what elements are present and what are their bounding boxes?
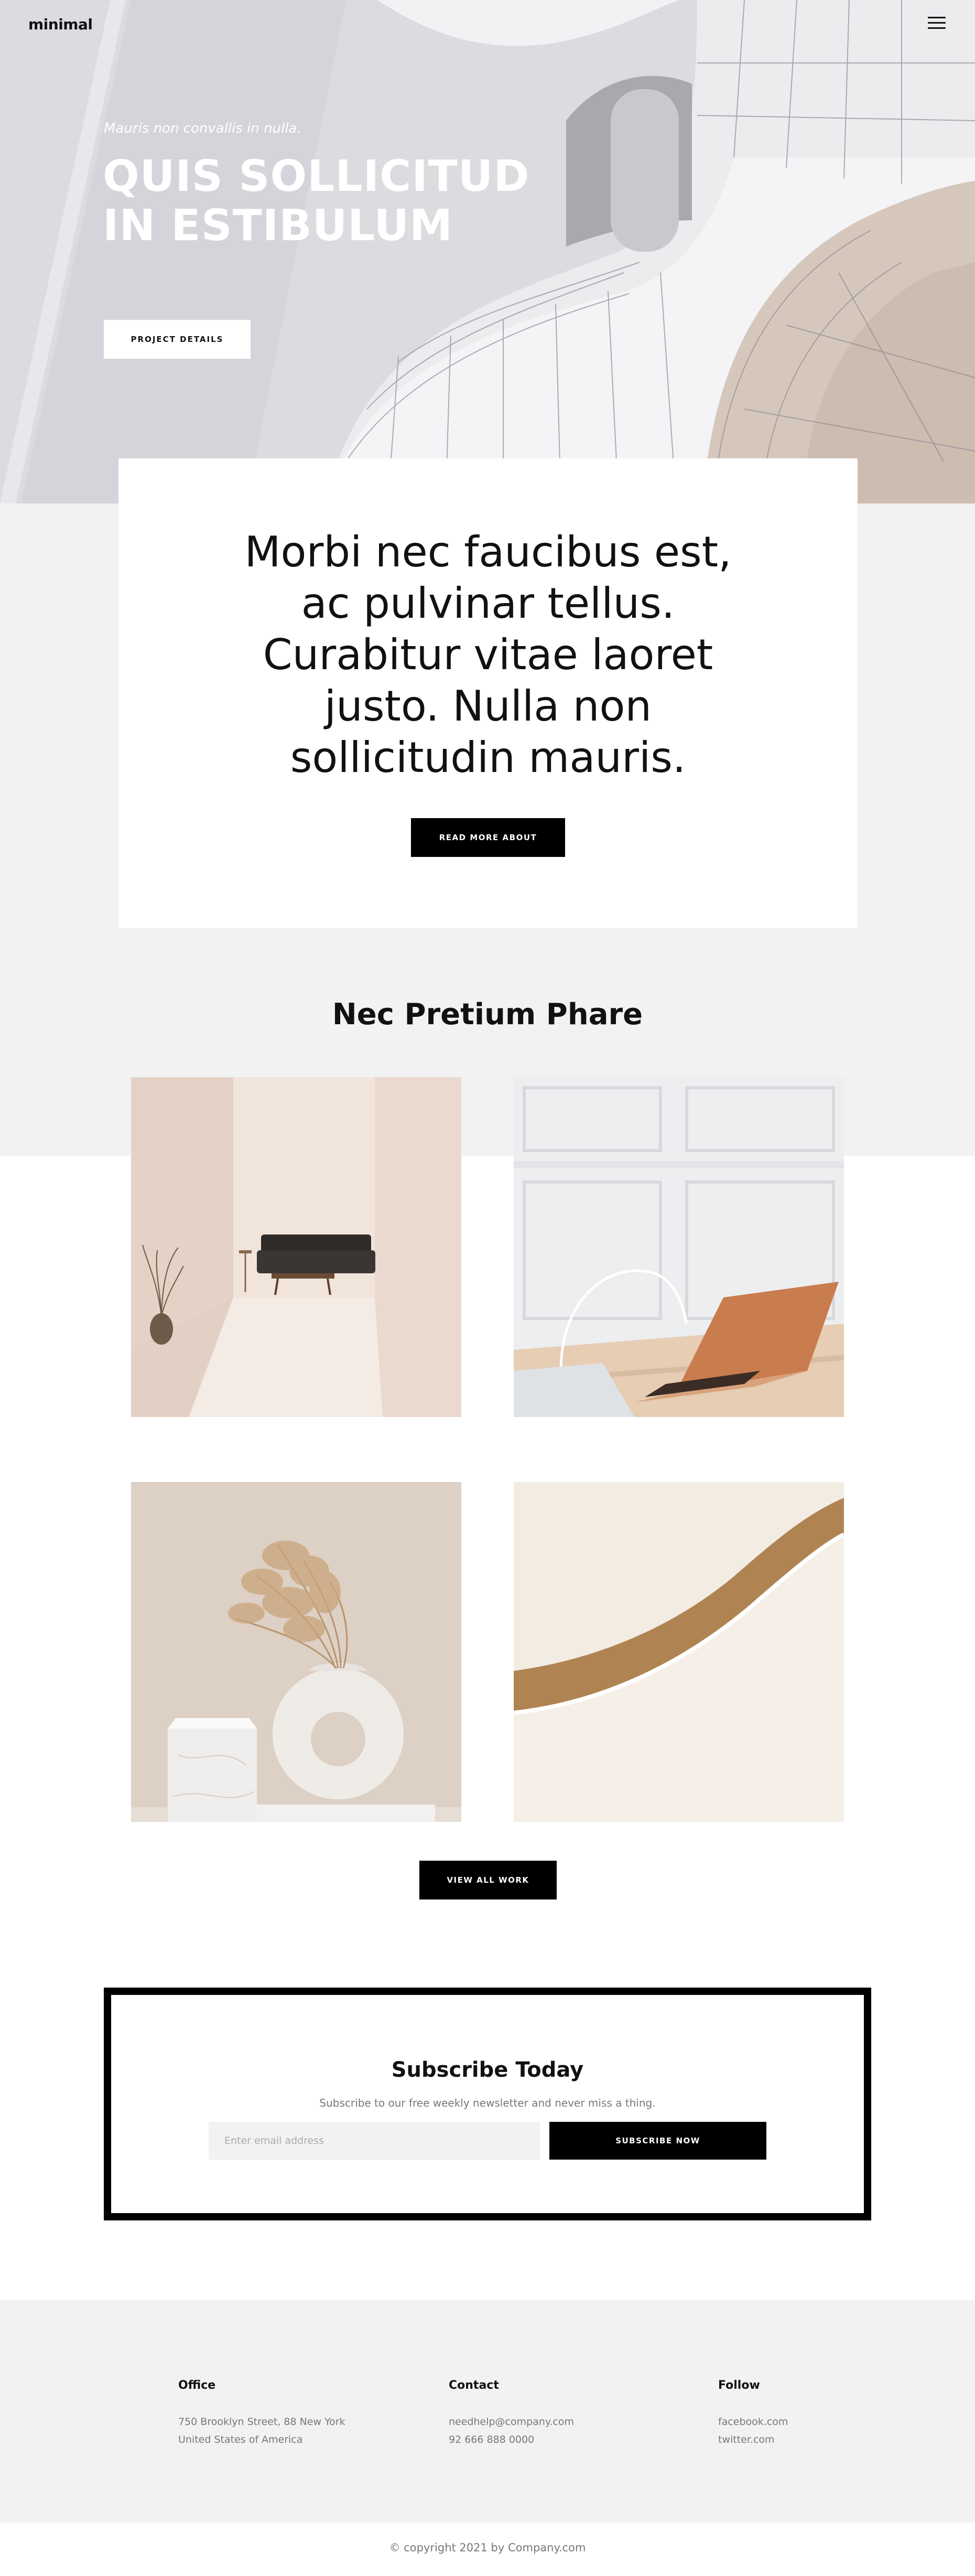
portfolio-tile-laptop-desk[interactable] <box>514 1077 844 1417</box>
about-line: Morbi nec faucibus est, <box>244 528 732 576</box>
footer-follow: Follow facebook.com twitter.com <box>718 2379 788 2449</box>
subscribe-title: Subscribe Today <box>391 2058 584 2082</box>
about-statement: Morbi nec faucibus est, ac pulvinar tell… <box>118 527 858 783</box>
portfolio-tile-living-room[interactable] <box>131 1077 461 1417</box>
hero-kicker: Mauris non convallis in nulla. <box>104 121 301 136</box>
stairs-image <box>514 1482 844 1822</box>
hero-section: minimal Mauris non convallis in nulla. Q… <box>0 0 975 503</box>
about-line: ac pulvinar tellus. <box>301 579 675 628</box>
menu-bar <box>928 27 946 29</box>
footer-follow-heading: Follow <box>718 2379 760 2392</box>
facebook-link[interactable]: facebook.com <box>718 2413 788 2431</box>
hero-title-line-2: IN ESTIBULUM <box>103 201 453 251</box>
living-room-image <box>131 1077 461 1417</box>
contact-phone-link[interactable]: 92 666 888 0000 <box>449 2431 574 2449</box>
project-details-button[interactable]: PROJECT DETAILS <box>104 320 251 359</box>
subscribe-box: Subscribe Today Subscribe to our free we… <box>104 1988 871 2220</box>
footer-office: Office 750 Brooklyn Street, 88 New York … <box>178 2379 345 2449</box>
subscribe-now-button[interactable]: SUBSCRIBE NOW <box>549 2122 766 2160</box>
hero-title: QUIS SOLLICITUD IN ESTIBULUM <box>103 152 529 251</box>
subscribe-description: Subscribe to our free weekly newsletter … <box>319 2097 656 2109</box>
footer-contact-heading: Contact <box>449 2379 499 2392</box>
twitter-link[interactable]: twitter.com <box>718 2431 788 2449</box>
copyright-text: © copyright 2021 by Company.com <box>389 2541 586 2554</box>
vase-image <box>131 1482 461 1822</box>
hamburger-menu-icon[interactable] <box>928 17 946 31</box>
footer-office-heading: Office <box>178 2379 216 2392</box>
about-line: Curabitur vitae laoret <box>263 630 713 679</box>
email-input[interactable] <box>209 2122 540 2160</box>
about-card: Morbi nec faucibus est, ac pulvinar tell… <box>118 458 858 928</box>
portfolio-tile-stairs[interactable] <box>514 1482 844 1822</box>
contact-email-link[interactable]: needhelp@company.com <box>449 2413 574 2431</box>
portfolio-tile-vase[interactable] <box>131 1482 461 1822</box>
menu-bar <box>928 17 946 18</box>
office-address-line: United States of America <box>178 2434 303 2445</box>
hero-title-line-1: QUIS SOLLICITUD <box>103 152 530 201</box>
portfolio-title: Nec Pretium Phare <box>332 997 643 1032</box>
view-all-work-button[interactable]: VIEW ALL WORK <box>419 1861 557 1899</box>
laptop-desk-image <box>514 1077 844 1417</box>
menu-bar <box>928 22 946 24</box>
office-address-line: 750 Brooklyn Street, 88 New York <box>178 2416 345 2428</box>
footer: Office 750 Brooklyn Street, 88 New York … <box>0 2300 975 2523</box>
about-line: sollicitudin mauris. <box>290 733 686 782</box>
footer-contact: Contact needhelp@company.com 92 666 888 … <box>449 2379 574 2449</box>
hero-architecture-image <box>0 0 975 503</box>
read-more-about-button[interactable]: READ MORE ABOUT <box>411 818 565 857</box>
about-line: justo. Nulla non <box>324 682 652 731</box>
site-logo[interactable]: minimal <box>28 16 93 33</box>
